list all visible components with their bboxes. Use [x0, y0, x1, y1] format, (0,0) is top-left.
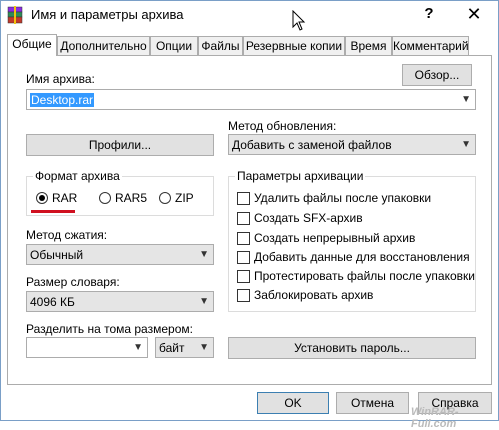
red-underline-mark [31, 210, 75, 213]
split-volumes-input[interactable]: ▼ [26, 337, 148, 358]
checkbox-create-sfx[interactable] [237, 212, 250, 225]
tab-general[interactable]: Общие [7, 34, 57, 56]
radio-zip-label[interactable]: ZIP [175, 191, 194, 205]
title-bar[interactable]: Имя и параметры архива ? ✕ [1, 1, 498, 31]
radio-rar-label[interactable]: RAR [52, 191, 77, 205]
set-password-button[interactable]: Установить пароль... [228, 337, 476, 359]
chevron-down-icon: ▼ [461, 94, 471, 105]
compression-value: Обычный [30, 248, 84, 262]
archive-name-input[interactable]: Desktop.rar ▼ [26, 89, 476, 110]
radio-rar[interactable] [36, 192, 48, 204]
archive-name-label: Имя архива: [26, 72, 95, 86]
tab-backup[interactable]: Резервные копии [243, 36, 345, 55]
split-volumes-label: Разделить на тома размером: [26, 322, 193, 336]
cancel-button[interactable]: Отмена [336, 392, 409, 414]
chevron-down-icon: ▼ [461, 139, 471, 150]
window-title: Имя и параметры архива [31, 7, 184, 22]
split-unit-select[interactable]: байт ▼ [155, 337, 214, 358]
tab-time[interactable]: Время [345, 36, 392, 55]
ok-button[interactable]: OK [257, 392, 329, 414]
tab-advanced[interactable]: Дополнительно [57, 36, 150, 55]
checkbox-lock-archive[interactable] [237, 289, 250, 302]
archive-format-title: Формат архива [33, 169, 122, 183]
checkbox-solid-archive[interactable] [237, 232, 250, 245]
checkbox-recovery-record-label[interactable]: Добавить данные для восстановления [254, 250, 470, 264]
radio-rar5-label[interactable]: RAR5 [115, 191, 147, 205]
checkbox-lock-archive-label[interactable]: Заблокировать архив [254, 288, 373, 302]
compression-label: Метод сжатия: [26, 228, 108, 242]
help-title-button[interactable]: ? [417, 3, 441, 25]
winrar-books-icon [7, 6, 23, 24]
chevron-down-icon: ▼ [199, 296, 209, 307]
profiles-button[interactable]: Профили... [26, 134, 214, 156]
dialog-window: Имя и параметры архива ? ✕ Общие Дополни… [0, 0, 499, 430]
browse-button[interactable]: Обзор... [402, 64, 472, 86]
radio-rar5[interactable] [99, 192, 111, 204]
checkbox-recovery-record[interactable] [237, 251, 250, 264]
archive-options-title: Параметры архивации [235, 169, 366, 183]
chevron-down-icon: ▼ [199, 342, 209, 353]
split-unit-value: байт [159, 341, 185, 355]
tab-options[interactable]: Опции [150, 36, 198, 55]
checkbox-delete-files[interactable] [237, 192, 250, 205]
close-button[interactable]: ✕ [454, 2, 494, 26]
watermark: WinRAR-Full.com [411, 406, 459, 430]
update-method-label: Метод обновления: [228, 119, 337, 133]
chevron-down-icon: ▼ [133, 342, 143, 353]
archive-name-value: Desktop.rar [30, 93, 95, 107]
checkbox-test-files[interactable] [237, 270, 250, 283]
checkbox-solid-archive-label[interactable]: Создать непрерывный архив [254, 231, 415, 245]
tab-comment[interactable]: Комментарий [392, 36, 469, 55]
radio-zip[interactable] [159, 192, 171, 204]
dictionary-value: 4096 КБ [30, 295, 75, 309]
dictionary-select[interactable]: 4096 КБ ▼ [26, 291, 214, 312]
update-method-select[interactable]: Добавить с заменой файлов ▼ [228, 134, 476, 155]
checkbox-test-files-label[interactable]: Протестировать файлы после упаковки [254, 269, 475, 283]
update-method-value: Добавить с заменой файлов [232, 138, 392, 152]
tab-files[interactable]: Файлы [198, 36, 243, 55]
dictionary-label: Размер словаря: [26, 275, 120, 289]
chevron-down-icon: ▼ [199, 249, 209, 260]
compression-select[interactable]: Обычный ▼ [26, 244, 214, 265]
checkbox-delete-files-label[interactable]: Удалить файлы после упаковки [254, 191, 431, 205]
mouse-pointer-icon [292, 10, 306, 31]
checkbox-create-sfx-label[interactable]: Создать SFX-архив [254, 211, 363, 225]
